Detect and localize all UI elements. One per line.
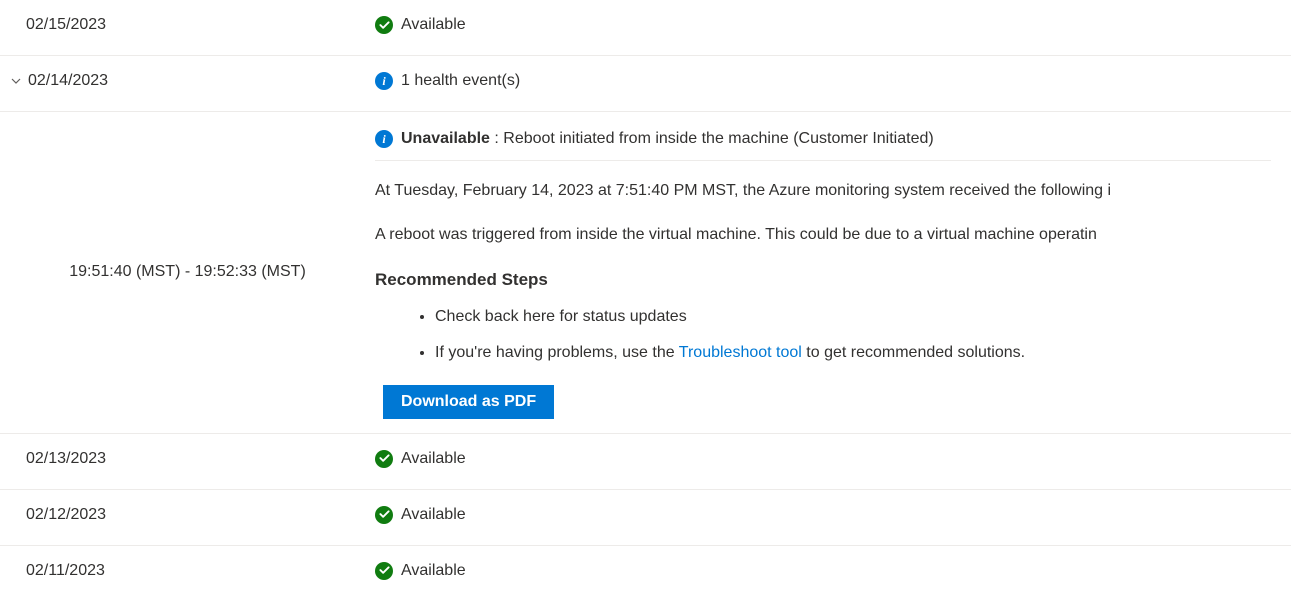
- status-cell: Available: [375, 546, 1291, 586]
- info-icon: i: [375, 72, 393, 90]
- status-text: Available: [401, 506, 466, 524]
- detail-time-range: 19:51:40 (MST) - 19:52:33 (MST): [0, 112, 375, 433]
- list-item: Check back here for status updates: [435, 305, 1291, 329]
- date-cell: 02/14/2023: [0, 56, 375, 106]
- health-row-expandable[interactable]: 02/14/2023 i 1 health event(s): [0, 56, 1291, 112]
- date-cell: 02/15/2023: [0, 0, 375, 50]
- step-text: If you're having problems, use the: [435, 344, 679, 361]
- health-row: 02/12/2023 Available: [0, 490, 1291, 546]
- recommended-steps-list: Check back here for status updates If yo…: [375, 305, 1291, 365]
- date-text: 02/14/2023: [28, 72, 108, 90]
- detail-status-desc: : Reboot initiated from inside the machi…: [490, 130, 934, 147]
- detail-header: i Unavailable : Reboot initiated from in…: [375, 130, 1271, 161]
- troubleshoot-tool-link[interactable]: Troubleshoot tool: [679, 344, 802, 361]
- status-text: Available: [401, 562, 466, 580]
- health-row: 02/11/2023 Available: [0, 546, 1291, 586]
- date-text: 02/15/2023: [26, 16, 106, 34]
- health-row: 02/15/2023 Available: [0, 0, 1291, 56]
- date-cell: 02/13/2023: [0, 434, 375, 484]
- status-text: 1 health event(s): [401, 72, 520, 90]
- download-pdf-button[interactable]: Download as PDF: [383, 385, 554, 419]
- health-row: 02/13/2023 Available: [0, 434, 1291, 490]
- chevron-down-icon: [10, 75, 22, 87]
- date-text: 02/12/2023: [26, 506, 106, 524]
- date-text: 02/11/2023: [26, 562, 105, 580]
- check-icon: [375, 16, 393, 34]
- status-cell: Available: [375, 0, 1291, 50]
- date-cell: 02/11/2023: [0, 546, 375, 586]
- status-cell: Available: [375, 434, 1291, 484]
- detail-paragraph: At Tuesday, February 14, 2023 at 7:51:40…: [375, 179, 1291, 203]
- status-cell: i 1 health event(s): [375, 56, 1291, 106]
- check-icon: [375, 506, 393, 524]
- step-text: to get recommended solutions.: [802, 344, 1025, 361]
- status-cell: Available: [375, 490, 1291, 540]
- date-cell: 02/12/2023: [0, 490, 375, 540]
- time-range-text: 19:51:40 (MST) - 19:52:33 (MST): [69, 263, 306, 281]
- status-text: Available: [401, 450, 466, 468]
- list-item: If you're having problems, use the Troub…: [435, 341, 1291, 365]
- recommended-steps-heading: Recommended Steps: [375, 267, 1291, 293]
- detail-status-label: Unavailable: [401, 130, 490, 147]
- detail-paragraph: A reboot was triggered from inside the v…: [375, 223, 1291, 247]
- info-icon: i: [375, 130, 393, 148]
- status-text: Available: [401, 16, 466, 34]
- detail-title: Unavailable : Reboot initiated from insi…: [401, 130, 934, 148]
- check-icon: [375, 562, 393, 580]
- health-event-detail: 19:51:40 (MST) - 19:52:33 (MST) i Unavai…: [0, 112, 1291, 434]
- check-icon: [375, 450, 393, 468]
- date-text: 02/13/2023: [26, 450, 106, 468]
